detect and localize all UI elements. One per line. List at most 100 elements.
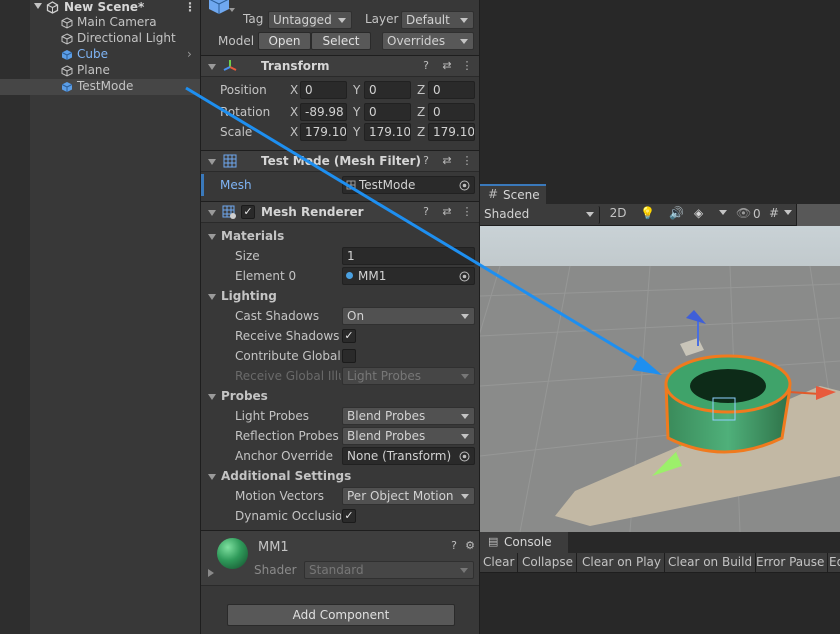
receive-shadows-label: Receive Shadows [235, 329, 340, 343]
materials-size-field[interactable]: 1 [342, 247, 475, 265]
reflection-probes-dropdown[interactable]: Blend Probes [342, 427, 475, 445]
lighting-toggle-icon[interactable]: 💡 [640, 206, 655, 220]
component-menu-icon[interactable]: ⋮ [461, 206, 473, 218]
scale-y-field[interactable]: 179.100 [364, 123, 411, 141]
scale-x-field[interactable]: 179.100 [300, 123, 347, 141]
icon-dropdown-arrow[interactable] [229, 8, 235, 12]
fold-arrow-icon[interactable] [208, 234, 216, 240]
component-menu-icon[interactable]: ⋮ [461, 155, 473, 167]
object-picker-icon[interactable] [459, 451, 470, 462]
scale-label: Scale [220, 125, 253, 139]
grid-dropdown-icon[interactable] [784, 210, 792, 215]
settings-gear-icon[interactable]: ⚙ [464, 540, 476, 552]
mesh-renderer-header[interactable]: ✓ Mesh Renderer ? ⇄ ⋮ [201, 201, 479, 223]
mesh-filter-header[interactable]: Test Mode (Mesh Filter) ? ⇄ ⋮ [201, 150, 479, 172]
fold-arrow-icon[interactable] [208, 159, 216, 165]
collapse-button[interactable]: Collapse [519, 553, 577, 573]
position-x-field[interactable]: 0 [300, 81, 347, 99]
fold-arrow-icon[interactable] [208, 394, 216, 400]
motion-vectors-dropdown[interactable]: Per Object Motion [342, 487, 475, 505]
error-pause-button[interactable]: Error Pause [753, 553, 829, 573]
help-icon[interactable]: ? [420, 60, 432, 72]
rotation-y-field[interactable]: 0 [364, 103, 411, 121]
help-icon[interactable]: ? [420, 206, 432, 218]
fold-arrow-icon[interactable] [208, 474, 216, 480]
fold-arrow-icon[interactable] [208, 210, 216, 216]
tag-dropdown[interactable]: Untagged [268, 11, 352, 29]
clear-button[interactable]: Clear [480, 553, 519, 573]
prefab-cube-icon [61, 49, 73, 64]
material-preview-sphere [217, 538, 248, 569]
contribute-gi-checkbox[interactable] [342, 349, 356, 363]
add-component-button[interactable]: Add Component [227, 604, 455, 626]
x-label: X [290, 125, 299, 139]
hierarchy-item-testmode[interactable]: TestMode [0, 79, 200, 95]
material-asset-icon [346, 272, 353, 279]
hierarchy-item-main-camera[interactable]: Main Camera [0, 15, 200, 31]
object-picker-icon[interactable] [459, 180, 470, 191]
dynamic-occlusion-checkbox[interactable]: ✓ [342, 509, 356, 523]
anchor-override-field[interactable]: None (Transform) [342, 447, 475, 465]
model-label: Model [218, 34, 255, 48]
console-tab[interactable]: ▤ Console [480, 532, 568, 553]
hierarchy-item-label: Plane [77, 63, 110, 77]
fold-arrow-icon[interactable] [208, 294, 216, 300]
scene-tab[interactable]: # Scene [480, 184, 546, 206]
position-z-field[interactable]: 0 [428, 81, 475, 99]
mesh-object-field[interactable]: TestMode [342, 176, 475, 194]
hidden-objects-icon[interactable]: 👁 [736, 206, 751, 220]
position-y-field[interactable]: 0 [364, 81, 411, 99]
fold-arrow-icon[interactable] [208, 64, 216, 70]
select-button[interactable]: Select [311, 32, 371, 50]
component-menu-icon[interactable]: ⋮ [461, 60, 473, 72]
hierarchy-item-directional-light[interactable]: Directional Light [0, 31, 200, 47]
open-button[interactable]: Open [258, 32, 311, 50]
rotation-x-field[interactable]: -89.98 [300, 103, 347, 121]
effects-toggle-icon[interactable]: ◈ [694, 206, 703, 220]
help-icon[interactable]: ? [448, 540, 460, 552]
material-object-field[interactable]: MM1 [342, 267, 475, 285]
light-probes-dropdown[interactable]: Blend Probes [342, 407, 475, 425]
gameobject-icon [61, 65, 73, 80]
object-picker-icon[interactable] [459, 271, 470, 282]
receive-shadows-checkbox[interactable]: ✓ [342, 329, 356, 343]
chevron-right-icon[interactable]: › [187, 47, 192, 61]
mesh-renderer-enabled-checkbox[interactable]: ✓ [241, 205, 255, 219]
overrides-dropdown[interactable]: Overrides [382, 32, 474, 50]
audio-toggle-icon[interactable]: 🔊 [669, 206, 684, 220]
gizmos-dropdown[interactable] [796, 204, 840, 226]
rotation-z-field[interactable]: 0 [428, 103, 475, 121]
clear-on-build-button[interactable]: Clear on Build [665, 553, 757, 573]
hierarchy-item-cube[interactable]: Cube › [0, 47, 200, 63]
expand-arrow-icon[interactable] [34, 3, 42, 9]
console-icon: ▤ [488, 535, 499, 548]
transform-icon [223, 60, 237, 71]
console-panel: ▤ Console Clear Collapse Clear on Play C… [480, 532, 840, 634]
layer-dropdown[interactable]: Default [401, 11, 474, 29]
transform-header[interactable]: Transform ? ⇄ ⋮ [201, 55, 479, 77]
receive-gi-label: Receive Global Illu [235, 369, 341, 383]
scene-menu-icon[interactable]: ⋮ [184, 0, 196, 14]
preset-icon[interactable]: ⇄ [441, 60, 453, 72]
cast-shadows-dropdown[interactable]: On [342, 307, 475, 325]
gameobject-icon [61, 33, 73, 48]
preset-icon[interactable]: ⇄ [441, 155, 453, 167]
scene-root-row[interactable]: New Scene* ⋮ [0, 0, 200, 16]
shading-mode-dropdown[interactable]: Shaded [480, 206, 600, 224]
2d-toggle[interactable]: 2D [606, 206, 630, 224]
scale-z-field[interactable]: 179.100 [428, 123, 475, 141]
hierarchy-item-plane[interactable]: Plane [0, 63, 200, 79]
mesh-label: Mesh [220, 178, 252, 192]
console-toolbar: Clear Collapse Clear on Play Clear on Bu… [480, 553, 840, 573]
effects-dropdown-icon[interactable] [719, 210, 727, 215]
scene-viewport[interactable] [480, 226, 840, 532]
help-icon[interactable]: ? [420, 155, 432, 167]
element0-label: Element 0 [235, 269, 297, 283]
grid-toggle-icon[interactable]: # [769, 206, 779, 220]
hierarchy-panel: New Scene* ⋮ Main Camera Directional Lig… [0, 0, 200, 634]
scene-toolbar: Shaded 2D 💡 🔊 ◈ 👁 0 # [480, 204, 840, 226]
preset-icon[interactable]: ⇄ [441, 206, 453, 218]
editor-dropdown-button[interactable]: Ed [826, 553, 840, 573]
clear-on-play-button[interactable]: Clear on Play [579, 553, 665, 573]
fold-arrow-icon[interactable] [208, 569, 214, 577]
